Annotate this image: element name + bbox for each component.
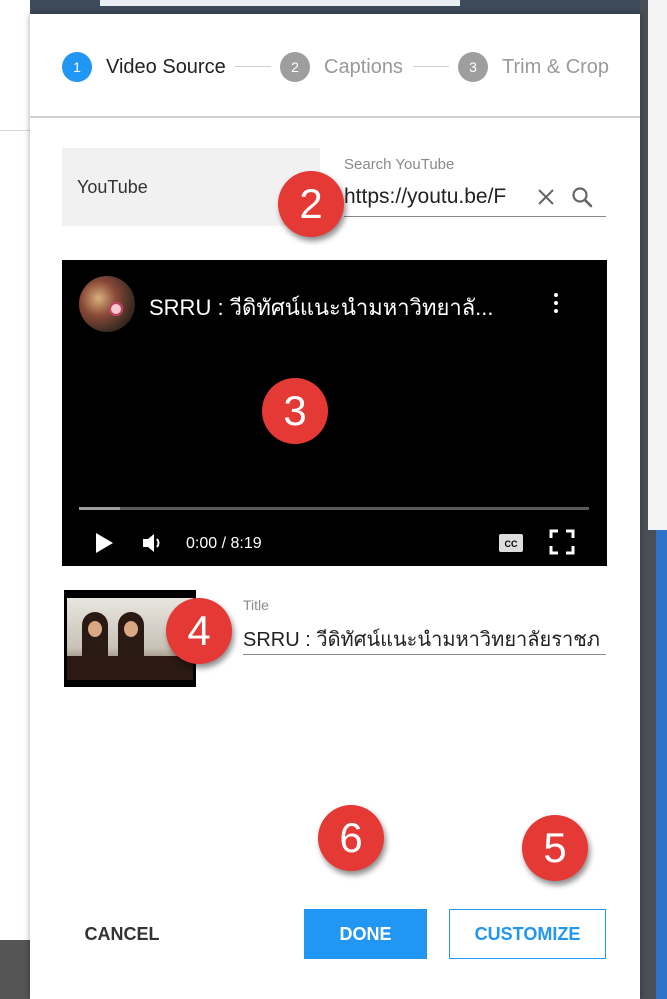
title-input[interactable]: SRRU : วีดิทัศน์แนะนำมหาวิทยาลัยราชภ [243, 618, 606, 655]
progress-buffer [79, 507, 120, 510]
step-connector [235, 66, 271, 67]
callout-badge: 6 [318, 805, 384, 871]
progress-bar[interactable] [79, 507, 589, 510]
fullscreen-icon[interactable] [548, 528, 576, 561]
title-label: Title [243, 597, 269, 613]
background-window-left [0, 0, 30, 940]
background-divider [0, 130, 30, 131]
search-youtube-label: Search YouTube [344, 156, 455, 173]
time-display: 0:00 / 8:19 [186, 535, 262, 552]
callout-badge: 3 [262, 378, 328, 444]
step-connector [413, 66, 449, 67]
search-youtube-field [344, 178, 606, 217]
background-window-top [30, 0, 640, 14]
video-title[interactable]: SRRU : วีดิทัศน์แนะนำมหาวิทยาลั... [149, 290, 529, 325]
background-shadow [0, 940, 30, 999]
stepper: 1 Video Source 2 Captions 3 Trim & Crop [30, 14, 640, 118]
step-trim-crop[interactable]: 3 Trim & Crop [458, 52, 609, 82]
step-video-source[interactable]: 1 Video Source [62, 52, 226, 82]
step-captions[interactable]: 2 Captions [280, 52, 403, 82]
step-label: Video Source [106, 55, 226, 78]
volume-icon[interactable] [140, 530, 166, 561]
svg-text:CC: CC [505, 539, 518, 549]
done-button[interactable]: DONE [304, 909, 427, 959]
callout-badge: 2 [278, 171, 344, 237]
step-label: Trim & Crop [502, 55, 610, 78]
play-icon[interactable] [92, 530, 116, 561]
step-label: Captions [324, 55, 403, 78]
step-number: 1 [62, 52, 92, 82]
customize-button[interactable]: CUSTOMIZE [449, 909, 606, 959]
more-vert-icon[interactable] [546, 290, 566, 318]
callout-badge: 4 [166, 598, 232, 664]
background-window-right [640, 0, 667, 999]
channel-avatar[interactable] [79, 276, 135, 332]
step-number: 2 [280, 52, 310, 82]
search-youtube-input[interactable] [344, 185, 524, 209]
search-icon[interactable] [568, 183, 596, 211]
title-value: SRRU : วีดิทัศน์แนะนำมหาวิทยาลัยราชภ [243, 629, 600, 651]
cancel-button[interactable]: CANCEL [62, 909, 182, 959]
source-tab-label: YouTube [77, 176, 148, 197]
video-player[interactable]: SRRU : วีดิทัศน์แนะนำมหาวิทยาลั... 0:00 … [62, 260, 607, 566]
closed-captions-icon[interactable]: CC [498, 532, 524, 559]
close-icon[interactable] [532, 183, 560, 211]
step-number: 3 [458, 52, 488, 82]
callout-badge: 5 [522, 815, 588, 881]
